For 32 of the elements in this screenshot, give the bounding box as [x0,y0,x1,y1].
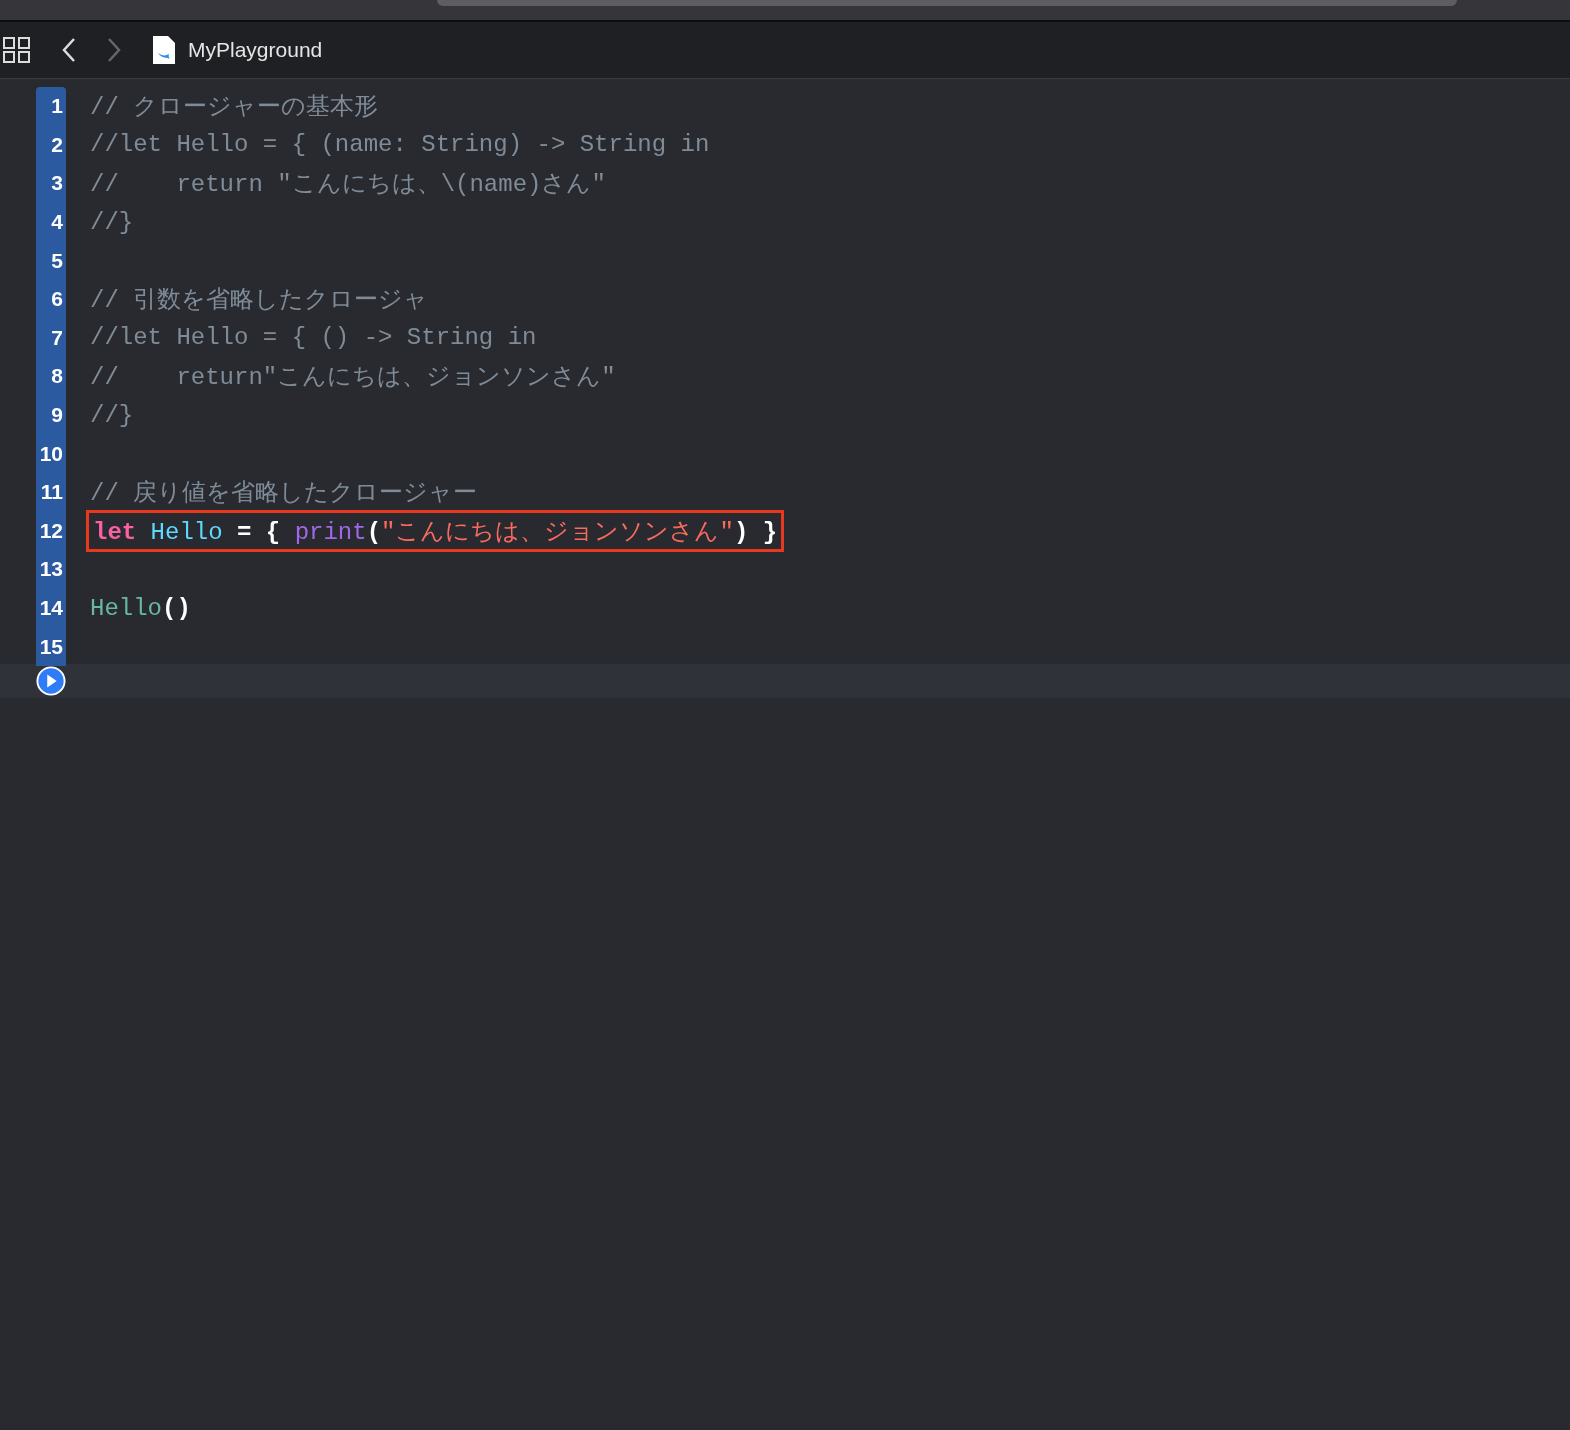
line-number: 15 [36,627,66,666]
code-line: //let Hello = { () -> String in [89,323,538,354]
code-line: Hello() [89,593,192,624]
line-number: 14 [36,588,66,628]
line-number: 10 [36,434,66,473]
line-number: 9 [36,395,66,435]
code-line: // 戻り値を省略したクロージャー [89,479,479,510]
line-number: 8 [36,357,66,396]
line-number: 6 [36,279,66,319]
line-number: 3 [36,164,66,203]
line-number: 12 [36,511,66,551]
line-number: 7 [36,318,66,358]
back-icon[interactable] [61,37,77,63]
forward-icon[interactable] [106,37,122,63]
line-number: 13 [36,550,66,589]
code-line: // 引数を省略したクロージャ [89,286,430,317]
code-line: //} [89,207,135,238]
line-number: 4 [36,202,66,242]
scroll-bar[interactable] [437,0,1457,6]
grid-icon[interactable] [2,36,32,64]
line-number: 5 [36,241,66,280]
line-number: 2 [36,125,66,165]
swift-file-icon [152,35,176,65]
code-line: //let Hello = { (name: String) -> String in [89,130,711,161]
code-line: // クロージャーの基本形 [89,93,380,124]
code-line: // return"こんにちは、ジョンソンさん" [89,363,617,394]
file-title: MyPlayground [188,38,323,62]
code-line: // return "こんにちは、\(name)さん" [89,170,607,201]
line-number: 11 [36,472,66,512]
line-number: 1 [36,87,66,126]
run-icon[interactable] [36,664,66,697]
code-line: //} [89,400,135,431]
